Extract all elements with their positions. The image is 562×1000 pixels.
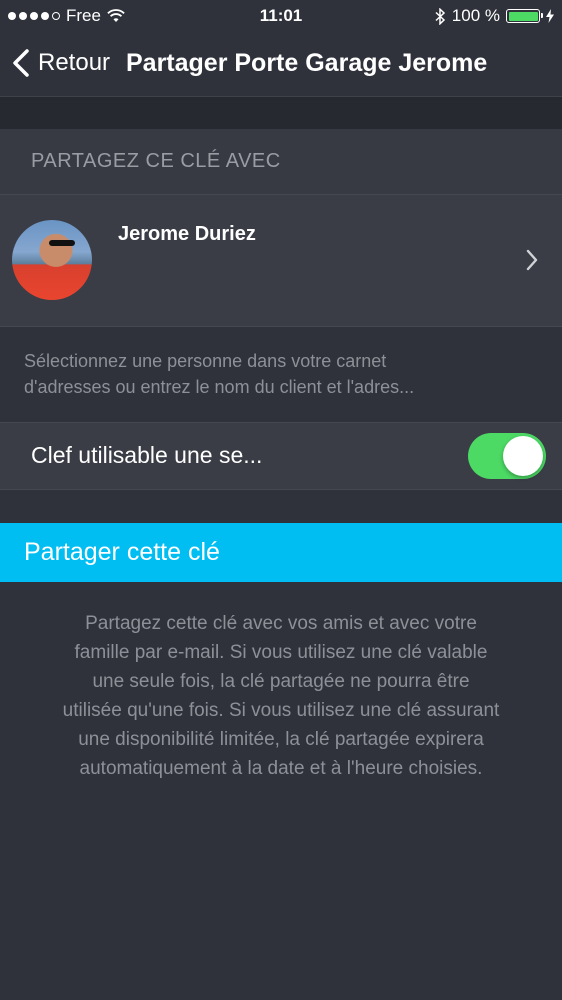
section-spacer <box>0 97 562 129</box>
toggle-knob <box>503 436 543 476</box>
battery-percent: 100 % <box>451 6 500 25</box>
description-line: automatiquement à la date et à l'heure c… <box>79 758 483 779</box>
back-label: Retour <box>38 49 111 76</box>
contact-picker-row[interactable]: Jerome Duriez <box>0 195 562 327</box>
contact-name: Jerome Duriez <box>118 223 256 245</box>
share-key-button-label: Partager cette clé <box>24 538 220 566</box>
charging-icon <box>546 9 554 23</box>
page-title: Partager Porte Garage Jerome <box>126 49 488 77</box>
avatar <box>12 220 92 300</box>
helper-line: d'adresses ou entrez le nom du client et… <box>24 377 415 397</box>
chevron-right-icon <box>526 249 538 271</box>
status-bar: Free 11:01 100 % <box>0 0 562 32</box>
description-line: une disponibilité limitée, la clé partag… <box>78 729 484 750</box>
battery-icon <box>506 9 543 23</box>
bluetooth-icon <box>435 7 445 25</box>
single-use-label: Clef utilisable une se... <box>31 442 263 468</box>
navigation-bar: Retour Partager Porte Garage Jerome <box>0 32 562 97</box>
share-with-header: PARTAGEZ CE CLÉ AVEC <box>0 129 562 195</box>
single-use-row: Clef utilisable une se... <box>0 422 562 490</box>
share-key-button[interactable]: Partager cette clé <box>0 523 562 582</box>
contact-helper-text: Sélectionnez une personne dans votre car… <box>24 348 544 400</box>
single-use-toggle[interactable] <box>468 433 546 479</box>
description-line: Partagez cette clé avec vos amis et avec… <box>85 613 477 634</box>
back-button[interactable]: Retour <box>12 48 110 78</box>
description-line: famille par e-mail. Si vous utilisez une… <box>74 642 488 663</box>
description-line: une seule fois, la clé partagée ne pourr… <box>92 671 470 692</box>
description-line: utilisée qu'une fois. Si vous utilisez u… <box>62 700 500 721</box>
share-with-header-label: PARTAGEZ CE CLÉ AVEC <box>31 150 281 172</box>
share-description: Partagez cette clé avec vos amis et avec… <box>20 609 542 783</box>
chevron-left-icon <box>13 49 29 77</box>
status-right: 100 % <box>435 6 554 26</box>
helper-line: Sélectionnez une personne dans votre car… <box>24 351 387 371</box>
